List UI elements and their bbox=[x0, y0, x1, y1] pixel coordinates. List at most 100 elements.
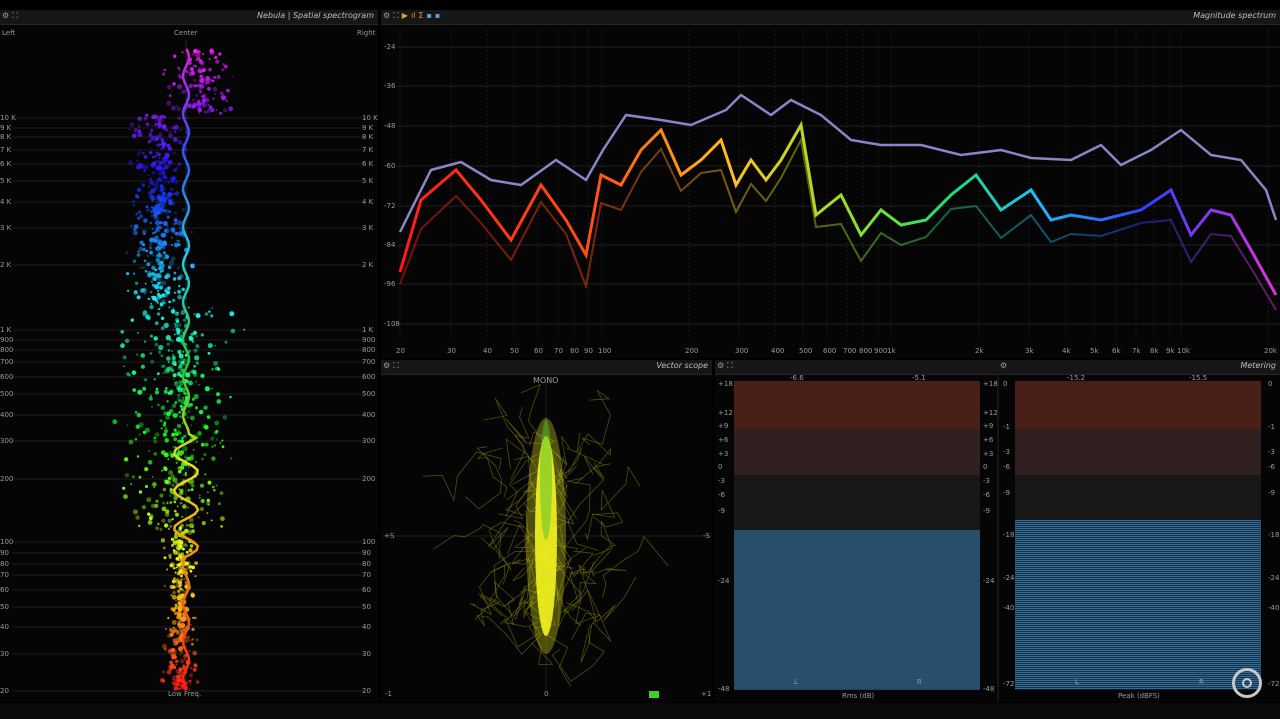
freq-label: 100 bbox=[598, 347, 612, 355]
freq-label-right: 300 bbox=[362, 437, 376, 445]
freq-label-right: 70 bbox=[362, 571, 371, 579]
freq-label-right: 100 bbox=[362, 538, 376, 546]
freq-label: 800 bbox=[859, 347, 873, 355]
peak-scale-left: -40 bbox=[1003, 604, 1015, 612]
rms-label: Rms (dB) bbox=[842, 692, 875, 700]
freq-label: 8k bbox=[1150, 347, 1159, 355]
peak-label: Peak (dBFS) bbox=[1118, 692, 1160, 700]
freq-label-left: 100 bbox=[0, 538, 14, 546]
spectrum-envelope bbox=[398, 93, 1278, 233]
rms-scale-left: +18 bbox=[718, 380, 733, 388]
freq-label-left: 600 bbox=[0, 373, 14, 381]
freq-label: 50 bbox=[510, 347, 519, 355]
freq-label-left: 20 bbox=[0, 687, 9, 695]
rms-r-channel: R bbox=[917, 678, 922, 686]
right-label: Right bbox=[357, 29, 376, 37]
rms-scale-left: -24 bbox=[718, 577, 730, 585]
db-label: -72 bbox=[384, 202, 396, 210]
freq-label-left: 60 bbox=[0, 586, 9, 594]
freq-label-right: 80 bbox=[362, 560, 371, 568]
rms-scale-left: -6 bbox=[718, 491, 725, 499]
freq-label-right: 3 K bbox=[362, 224, 374, 232]
freq-label-right: 900 bbox=[362, 336, 376, 344]
db-label: -60 bbox=[384, 162, 396, 170]
rms-scale-left: +3 bbox=[718, 450, 729, 458]
peak-scale-left: -3 bbox=[1003, 448, 1010, 456]
spectrum-main-line bbox=[398, 120, 1278, 296]
rms-scale-right: -6 bbox=[983, 491, 990, 499]
metering-panel: ⚙ ⛶ Metering ⚙ -6.6 -5.1 -15.2 -15.5 L R … bbox=[715, 360, 1280, 702]
peak-scale-right: -24 bbox=[1268, 574, 1280, 582]
peak-scale-left: 0 bbox=[1003, 380, 1008, 388]
freq-label-left: 3 K bbox=[0, 224, 12, 232]
freq-label-right: 60 bbox=[362, 586, 371, 594]
freq-label-left: 40 bbox=[0, 623, 9, 631]
db-label: -96 bbox=[384, 280, 396, 288]
plus-s-label: +S bbox=[384, 532, 395, 540]
correlation-plus-label: +1 bbox=[701, 690, 712, 698]
freq-label: 2k bbox=[975, 347, 984, 355]
freq-label-right: 7 K bbox=[362, 146, 374, 154]
freq-label: 200 bbox=[685, 347, 699, 355]
peak-scale-left: -18 bbox=[1003, 531, 1015, 539]
freq-label-left: 90 bbox=[0, 549, 9, 557]
peak-scale-left: -24 bbox=[1003, 574, 1015, 582]
rms-scale-left: -3 bbox=[718, 477, 725, 485]
vector-scope-panel: ⚙ ⛶ Vector scope MONO +S -S -1 0 +1 bbox=[381, 360, 712, 702]
freq-label: 6k bbox=[1112, 347, 1121, 355]
freq-label: 700 bbox=[843, 347, 857, 355]
freq-label: 5k bbox=[1090, 347, 1099, 355]
peak-scale-right: -9 bbox=[1268, 489, 1275, 497]
rms-scale-right: +9 bbox=[983, 422, 994, 430]
freq-label: 1k bbox=[887, 347, 896, 355]
freq-label-left: 50 bbox=[0, 603, 9, 611]
magnitude-spectrum-panel: ⚙ ⛶ ▶ ıl Σ ▪ ▪ Magnitude spectrum -24 -36 -48 -60… bbox=[381, 10, 1280, 358]
rms-scale-right: +18 bbox=[983, 380, 998, 388]
freq-label-left: 80 bbox=[0, 560, 9, 568]
freq-label: 60 bbox=[534, 347, 543, 355]
freq-label-left: 500 bbox=[0, 390, 14, 398]
peak-scale-right: -40 bbox=[1268, 604, 1280, 612]
freq-label-left: 900 bbox=[0, 336, 14, 344]
vector-core-green bbox=[540, 420, 552, 540]
freq-label-right: 4 K bbox=[362, 198, 374, 206]
freq-label-right: 20 bbox=[362, 687, 371, 695]
freq-label-left: 7 K bbox=[0, 146, 12, 154]
rms-scale-right: +6 bbox=[983, 436, 994, 444]
db-label: -48 bbox=[384, 122, 396, 130]
left-label: Left bbox=[2, 29, 16, 37]
low-freq-label: Low Freq. bbox=[168, 690, 202, 698]
freq-label-right: 8 K bbox=[362, 133, 374, 141]
freq-label-left: 10 K bbox=[0, 114, 16, 122]
center-label: Center bbox=[174, 29, 198, 37]
freq-label: 600 bbox=[823, 347, 837, 355]
freq-label: 300 bbox=[735, 347, 749, 355]
freq-label-right: 500 bbox=[362, 390, 376, 398]
freq-label: 40 bbox=[483, 347, 492, 355]
freq-label: 4k bbox=[1062, 347, 1071, 355]
rms-scale-right: -3 bbox=[983, 477, 990, 485]
freq-label: 7k bbox=[1132, 347, 1141, 355]
vector-scope-plot bbox=[381, 380, 712, 690]
spatial-plot bbox=[12, 40, 366, 692]
freq-label-left: 2 K bbox=[0, 261, 12, 269]
freq-label-right: 800 bbox=[362, 346, 376, 354]
freq-label-right: 50 bbox=[362, 603, 371, 611]
spatial-cloud bbox=[112, 48, 246, 691]
freq-label-left: 30 bbox=[0, 650, 9, 658]
rms-l-value: -6.6 bbox=[790, 374, 804, 382]
correlation-zero-label: 0 bbox=[544, 690, 549, 698]
rms-scale-left: +6 bbox=[718, 436, 729, 444]
freq-label: 10k bbox=[1177, 347, 1190, 355]
db-label: -108 bbox=[384, 320, 400, 328]
peak-l-channel: L bbox=[1075, 678, 1079, 686]
db-label: -84 bbox=[384, 241, 396, 249]
rms-scale-left: +12 bbox=[718, 409, 733, 417]
rms-r-value: -5.1 bbox=[912, 374, 926, 382]
freq-label: 9k bbox=[1166, 347, 1175, 355]
freq-label-right: 700 bbox=[362, 358, 376, 366]
power-icon[interactable] bbox=[1232, 668, 1262, 698]
peak-scale-right: 0 bbox=[1268, 380, 1273, 388]
freq-label-left: 6 K bbox=[0, 160, 12, 168]
freq-label-right: 600 bbox=[362, 373, 376, 381]
